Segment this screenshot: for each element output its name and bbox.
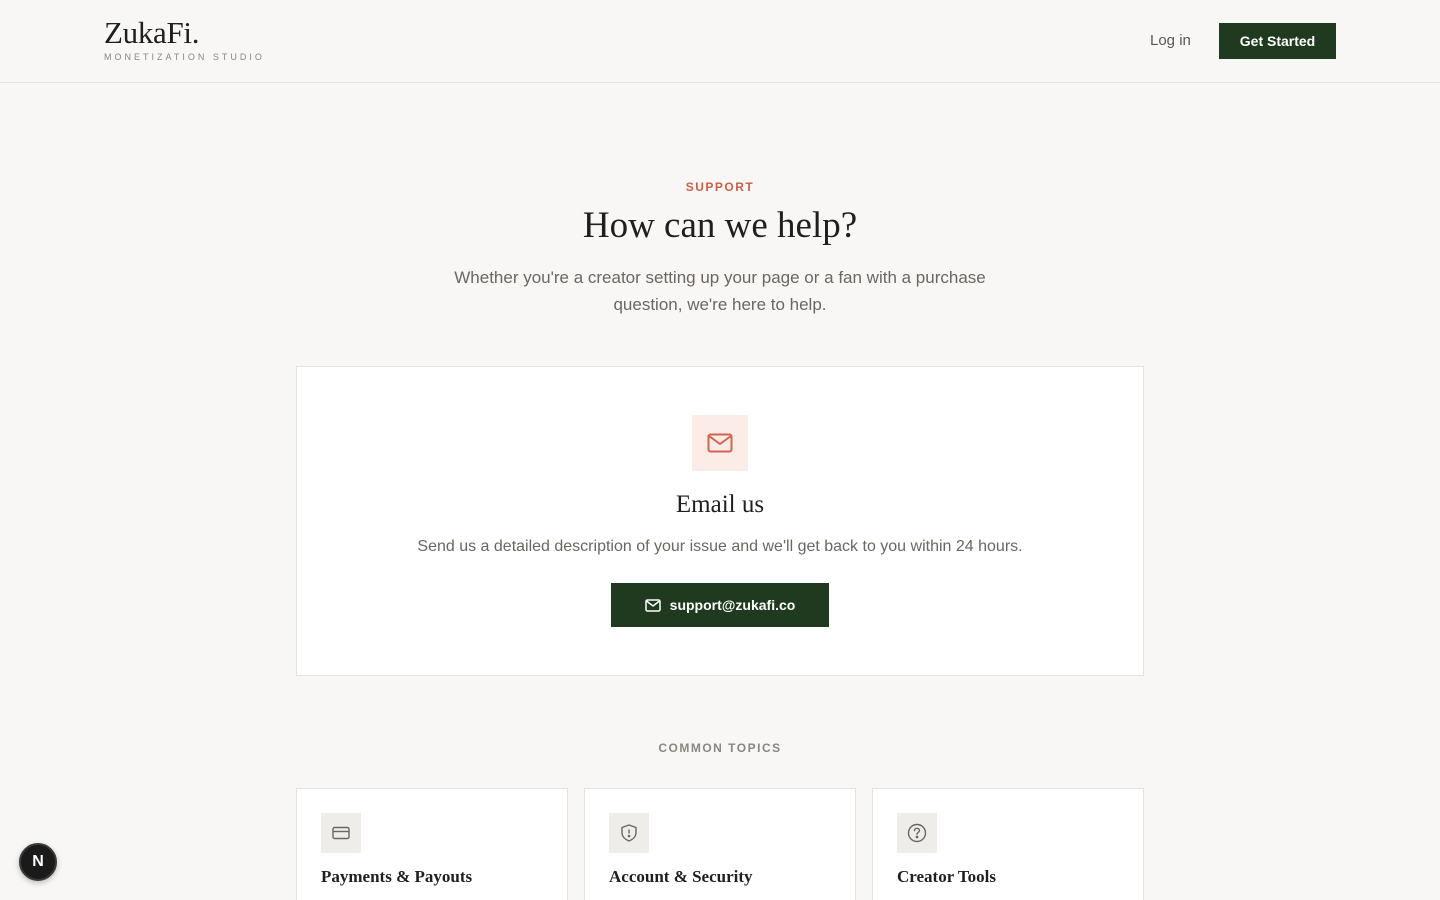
help-circle-icon xyxy=(897,813,937,853)
topic-card-payments[interactable]: Payments & Payouts xyxy=(296,788,568,900)
mail-icon xyxy=(644,598,661,612)
shield-alert-icon xyxy=(609,813,649,853)
brand-tagline: MONETIZATION STUDIO xyxy=(104,52,265,62)
topic-title: Account & Security xyxy=(609,867,753,886)
topic-card-creator-tools[interactable]: Creator Tools xyxy=(872,788,1144,900)
mail-icon xyxy=(692,415,748,471)
support-eyebrow: SUPPORT xyxy=(685,180,755,194)
topic-card-account[interactable]: Account & Security xyxy=(584,788,856,900)
topic-title: Creator Tools xyxy=(897,867,997,886)
email-support-button[interactable]: support@zukafi.co xyxy=(611,583,829,627)
credit-card-icon xyxy=(321,813,361,853)
email-card-title: Email us xyxy=(675,491,765,518)
site-header: ZukaFi. MONETIZATION STUDIO Log in Get S… xyxy=(0,0,1440,83)
page-subtitle: Whether you're a creator setting up your… xyxy=(454,268,986,314)
get-started-button[interactable]: Get Started xyxy=(1219,23,1336,59)
brand-name: ZukaFi. xyxy=(104,15,200,50)
email-card: Email us Send us a detailed description … xyxy=(296,366,1144,676)
email-support-label: support@zukafi.co xyxy=(669,597,796,613)
topic-title: Payments & Payouts xyxy=(321,867,473,886)
page-title: How can we help? xyxy=(582,205,858,246)
floating-n-badge[interactable]: N xyxy=(19,843,57,881)
common-topics-heading: COMMON TOPICS xyxy=(658,741,782,755)
brand-logo[interactable]: ZukaFi. MONETIZATION STUDIO xyxy=(104,15,265,63)
login-link[interactable]: Log in xyxy=(1150,32,1191,49)
email-card-description: Send us a detailed description of your i… xyxy=(417,538,1023,555)
